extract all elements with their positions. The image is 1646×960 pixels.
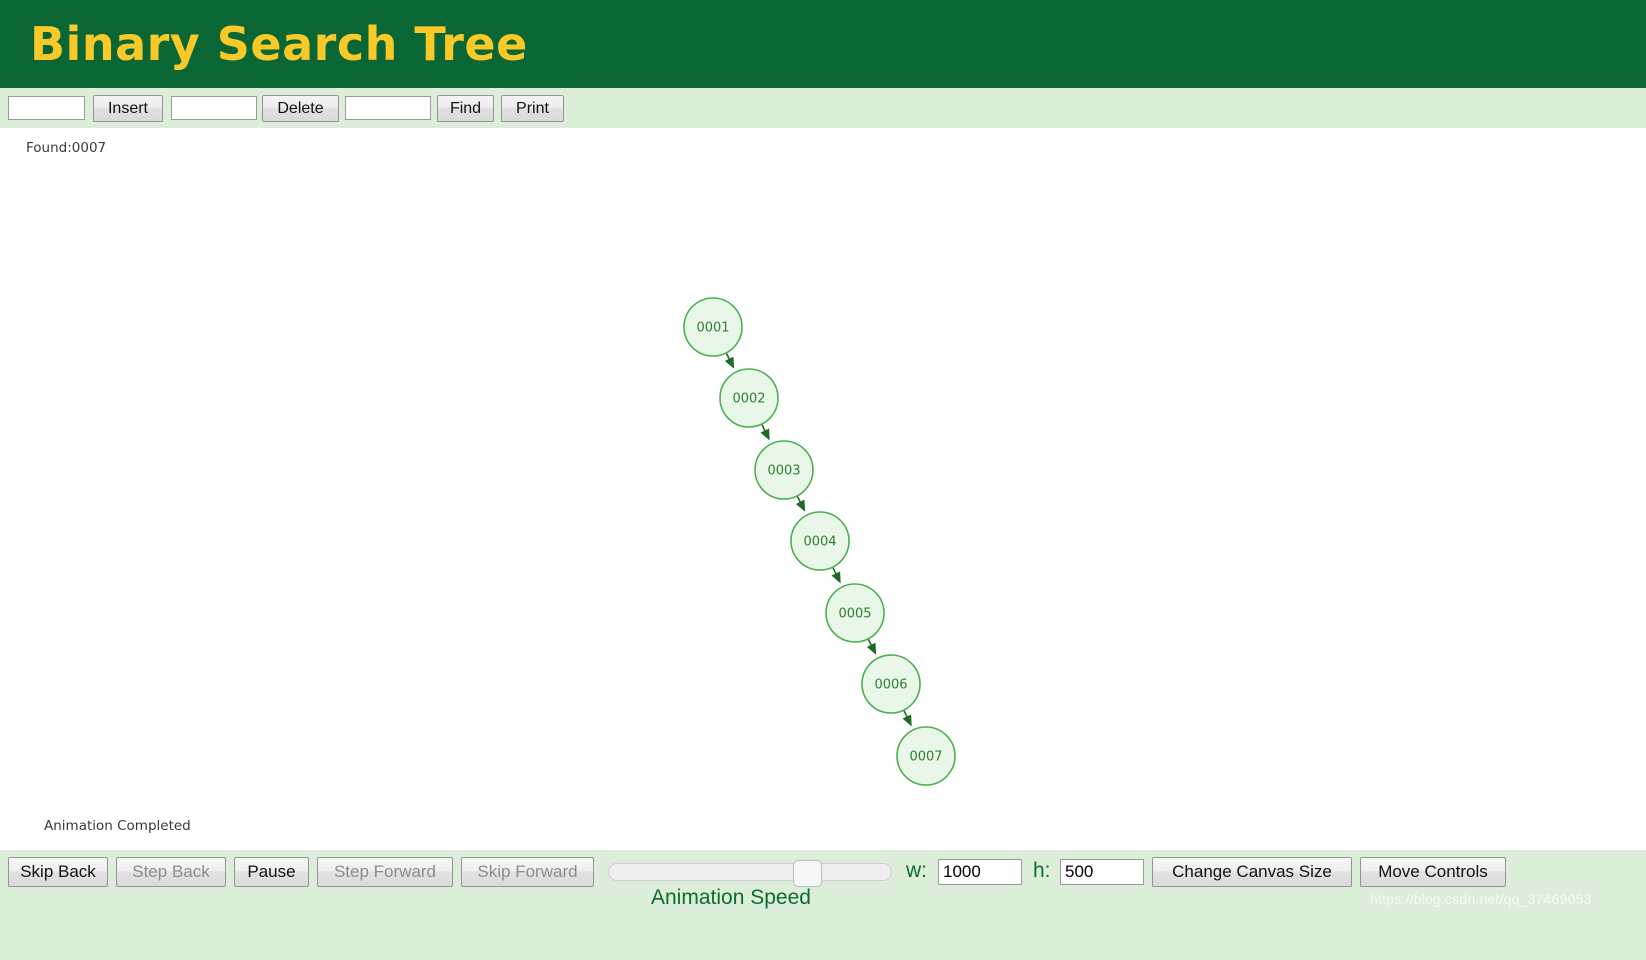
delete-input[interactable] (171, 96, 257, 120)
animation-control-bar: Skip Back Step Back Pause Step Forward Skip … (0, 850, 1646, 960)
tree-node: 0003 (754, 440, 814, 500)
animation-speed-slider-thumb[interactable] (793, 860, 822, 887)
insert-input[interactable] (8, 96, 85, 120)
operations-toolbar: Insert Delete Find Print (0, 88, 1646, 128)
tree-node-label: 0005 (838, 607, 871, 622)
animation-speed-label: Animation Speed (651, 886, 811, 909)
animation-speed-slider[interactable] (608, 860, 892, 887)
delete-button[interactable]: Delete (262, 95, 339, 122)
pause-button[interactable]: Pause (234, 857, 309, 887)
tree-edge (760, 423, 770, 441)
tree-edge (902, 709, 912, 727)
tree-node-label: 0001 (696, 321, 729, 336)
skip-back-button[interactable]: Skip Back (8, 857, 108, 887)
find-button[interactable]: Find (437, 95, 494, 122)
find-input[interactable] (345, 96, 431, 120)
tree-node: 0005 (825, 583, 885, 643)
app-root: Binary Search Tree Insert Delete Find Pr… (0, 0, 1646, 960)
tree-node-label: 0003 (767, 464, 800, 479)
insert-button[interactable]: Insert (93, 95, 163, 122)
tree-node-label: 0002 (732, 392, 765, 407)
tree-node-label: 0004 (803, 535, 836, 550)
tree-edge (724, 352, 735, 369)
tree-nodes: 0001 0002 0003 0004 0005 0006 0007 (683, 297, 956, 786)
tree-node: 0001 (683, 297, 743, 357)
change-canvas-size-button[interactable]: Change Canvas Size (1152, 857, 1352, 887)
tree-node: 0007 (896, 726, 956, 786)
skip-forward-button: Skip Forward (461, 857, 594, 887)
tree-node: 0004 (790, 511, 850, 571)
step-back-button: Step Back (116, 857, 226, 887)
move-controls-button[interactable]: Move Controls (1360, 857, 1506, 887)
canvas-height-label: h: (1033, 859, 1051, 882)
step-forward-button: Step Forward (317, 857, 453, 887)
animation-canvas: Found:0007 0001 0002 0003 0004 0005 0006 0007 … (0, 128, 1646, 850)
tree-edge (866, 638, 877, 655)
tree-edge (831, 566, 841, 584)
tree-node: 0006 (861, 654, 921, 714)
canvas-width-label: w: (906, 859, 927, 882)
canvas-width-input[interactable] (938, 859, 1022, 885)
tree-node: 0002 (719, 368, 779, 428)
animation-status-label: Animation Completed (44, 818, 191, 834)
canvas-height-input[interactable] (1060, 859, 1144, 885)
tree-graph: 0001 0002 0003 0004 0005 0006 0007 (683, 297, 956, 786)
print-button[interactable]: Print (501, 95, 564, 122)
tree-node-label: 0007 (909, 750, 942, 765)
page-header: Binary Search Tree (0, 0, 1646, 88)
tree-node-label: 0006 (874, 678, 907, 693)
page-title: Binary Search Tree (30, 17, 528, 71)
tree-edge (795, 495, 806, 512)
